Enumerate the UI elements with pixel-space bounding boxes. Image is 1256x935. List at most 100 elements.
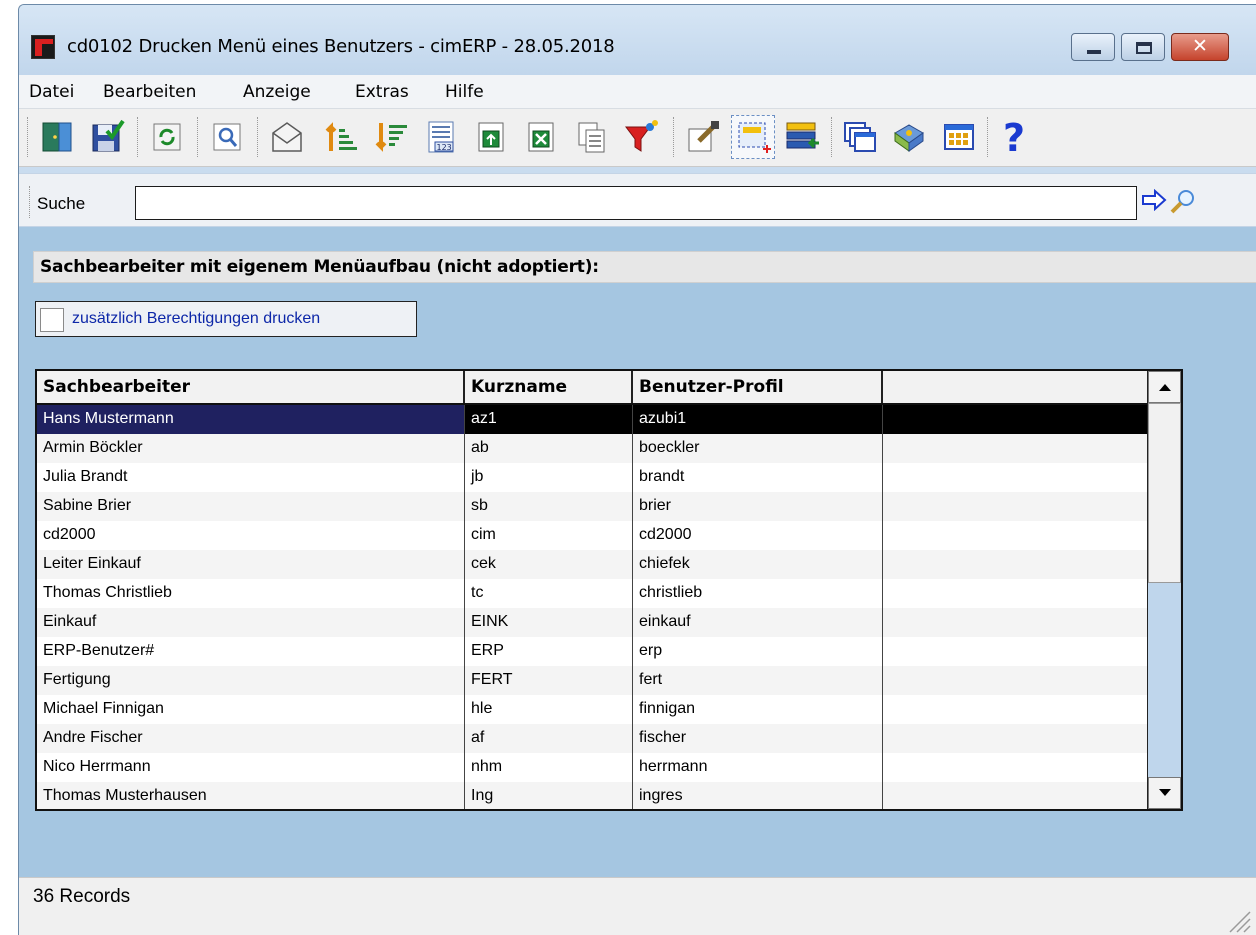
cell-sachbearbeiter[interactable]: Thomas Christlieb (37, 579, 465, 608)
table-row[interactable]: Andre Fischer af fischer (37, 724, 1147, 753)
cell-empty[interactable] (883, 463, 1147, 492)
column-header-empty[interactable] (883, 371, 1147, 403)
cell-benutzer-profil[interactable]: christlieb (633, 579, 883, 608)
cell-kurzname[interactable]: nhm (465, 753, 633, 782)
cell-benutzer-profil[interactable]: chiefek (633, 550, 883, 579)
cell-benutzer-profil[interactable]: fert (633, 666, 883, 695)
print-permissions-label[interactable]: zusätzlich Berechtigungen drucken (72, 310, 320, 328)
cell-benutzer-profil[interactable]: ingres (633, 782, 883, 809)
windows-button[interactable] (837, 115, 881, 159)
cell-sachbearbeiter[interactable]: Andre Fischer (37, 724, 465, 753)
columns-button[interactable] (937, 115, 981, 159)
cell-empty[interactable] (883, 695, 1147, 724)
cell-kurzname[interactable]: Ing (465, 782, 633, 809)
table-row[interactable]: Leiter Einkauf cek chiefek (37, 550, 1147, 579)
cell-benutzer-profil[interactable]: cd2000 (633, 521, 883, 550)
title-bar[interactable]: cd0102 Drucken Menü eines Benutzers - ci… (19, 5, 1256, 75)
export-button[interactable] (469, 115, 513, 159)
cell-sachbearbeiter[interactable]: cd2000 (37, 521, 465, 550)
cell-sachbearbeiter[interactable]: Armin Böckler (37, 434, 465, 463)
scroll-up-button[interactable] (1148, 371, 1181, 403)
excel-export-button[interactable] (519, 115, 563, 159)
cell-kurzname[interactable]: ERP (465, 637, 633, 666)
cell-kurzname[interactable]: af (465, 724, 633, 753)
table-row[interactable]: Thomas Christlieb tc christlieb (37, 579, 1147, 608)
table-row[interactable]: ERP-Benutzer# ERP erp (37, 637, 1147, 666)
cell-sachbearbeiter[interactable]: Thomas Musterhausen (37, 782, 465, 809)
vertical-scrollbar[interactable] (1147, 371, 1181, 809)
menu-bearbeiten[interactable]: Bearbeiten (103, 82, 196, 102)
cell-benutzer-profil[interactable]: finnigan (633, 695, 883, 724)
close-button[interactable]: ✕ (1171, 33, 1229, 61)
table-row[interactable]: Julia Brandt jb brandt (37, 463, 1147, 492)
save-button[interactable] (85, 115, 129, 159)
table-row[interactable]: Armin Böckler ab boeckler (37, 434, 1147, 463)
add-rows-button[interactable] (781, 115, 825, 159)
cell-benutzer-profil[interactable]: azubi1 (633, 405, 883, 434)
resize-grip-icon[interactable] (1224, 906, 1252, 934)
table-row[interactable]: Fertigung FERT fert (37, 666, 1147, 695)
cell-benutzer-profil[interactable]: einkauf (633, 608, 883, 637)
minimize-button[interactable] (1071, 33, 1115, 61)
cell-kurzname[interactable]: ab (465, 434, 633, 463)
print-preview-button[interactable] (205, 115, 249, 159)
cell-sachbearbeiter[interactable]: ERP-Benutzer# (37, 637, 465, 666)
cell-sachbearbeiter[interactable]: Leiter Einkauf (37, 550, 465, 579)
table-row[interactable]: Thomas Musterhausen Ing ingres (37, 782, 1147, 809)
cell-benutzer-profil[interactable]: brandt (633, 463, 883, 492)
table-row[interactable]: Michael Finnigan hle finnigan (37, 695, 1147, 724)
scroll-thumb[interactable] (1148, 403, 1181, 583)
cell-kurzname[interactable]: EINK (465, 608, 633, 637)
copy-button[interactable] (569, 115, 613, 159)
cell-sachbearbeiter[interactable]: Hans Mustermann (37, 405, 465, 434)
email-button[interactable] (265, 115, 309, 159)
cell-empty[interactable] (883, 521, 1147, 550)
cell-sachbearbeiter[interactable]: Julia Brandt (37, 463, 465, 492)
search-input[interactable] (135, 186, 1137, 220)
maximize-button[interactable] (1121, 33, 1165, 61)
cell-kurzname[interactable]: hle (465, 695, 633, 724)
table-row[interactable]: Sabine Brier sb brier (37, 492, 1147, 521)
cell-sachbearbeiter[interactable]: Sabine Brier (37, 492, 465, 521)
cell-kurzname[interactable]: sb (465, 492, 633, 521)
menu-anzeige[interactable]: Anzeige (243, 82, 311, 102)
cell-sachbearbeiter[interactable]: Nico Herrmann (37, 753, 465, 782)
cell-sachbearbeiter[interactable]: Michael Finnigan (37, 695, 465, 724)
help-button[interactable]: ? (995, 115, 1039, 159)
cell-benutzer-profil[interactable]: fischer (633, 724, 883, 753)
table-row[interactable]: Hans Mustermann az1 azubi1 (37, 405, 1147, 434)
cell-kurzname[interactable]: FERT (465, 666, 633, 695)
go-arrow-icon[interactable] (1141, 189, 1167, 211)
column-header-kurzname[interactable]: Kurzname (465, 371, 633, 403)
cell-kurzname[interactable]: az1 (465, 405, 633, 434)
cell-kurzname[interactable]: tc (465, 579, 633, 608)
cell-benutzer-profil[interactable]: boeckler (633, 434, 883, 463)
cell-kurzname[interactable]: cim (465, 521, 633, 550)
cell-empty[interactable] (883, 608, 1147, 637)
cell-benutzer-profil[interactable]: brier (633, 492, 883, 521)
cell-empty[interactable] (883, 666, 1147, 695)
cell-empty[interactable] (883, 579, 1147, 608)
cell-empty[interactable] (883, 550, 1147, 579)
cell-empty[interactable] (883, 753, 1147, 782)
table-row[interactable]: Einkauf EINK einkauf (37, 608, 1147, 637)
column-header-sachbearbeiter[interactable]: Sachbearbeiter (37, 371, 465, 403)
cell-empty[interactable] (883, 782, 1147, 809)
menu-extras[interactable]: Extras (355, 82, 409, 102)
cell-sachbearbeiter[interactable]: Fertigung (37, 666, 465, 695)
cell-benutzer-profil[interactable]: herrmann (633, 753, 883, 782)
cell-empty[interactable] (883, 405, 1147, 434)
print-permissions-option[interactable]: zusätzlich Berechtigungen drucken (35, 301, 417, 337)
search-icon[interactable] (1169, 188, 1197, 216)
select-range-button[interactable] (731, 115, 775, 159)
book-button[interactable] (887, 115, 931, 159)
column-header-benutzer-profil[interactable]: Benutzer-Profil (633, 371, 883, 403)
scroll-down-button[interactable] (1148, 777, 1181, 809)
table-row[interactable]: Nico Herrmann nhm herrmann (37, 753, 1147, 782)
cell-empty[interactable] (883, 492, 1147, 521)
menu-datei[interactable]: Datei (29, 82, 74, 102)
sort-ascending-button[interactable] (319, 115, 363, 159)
exit-button[interactable] (35, 115, 79, 159)
number-list-button[interactable]: 123 (419, 115, 463, 159)
cell-kurzname[interactable]: jb (465, 463, 633, 492)
